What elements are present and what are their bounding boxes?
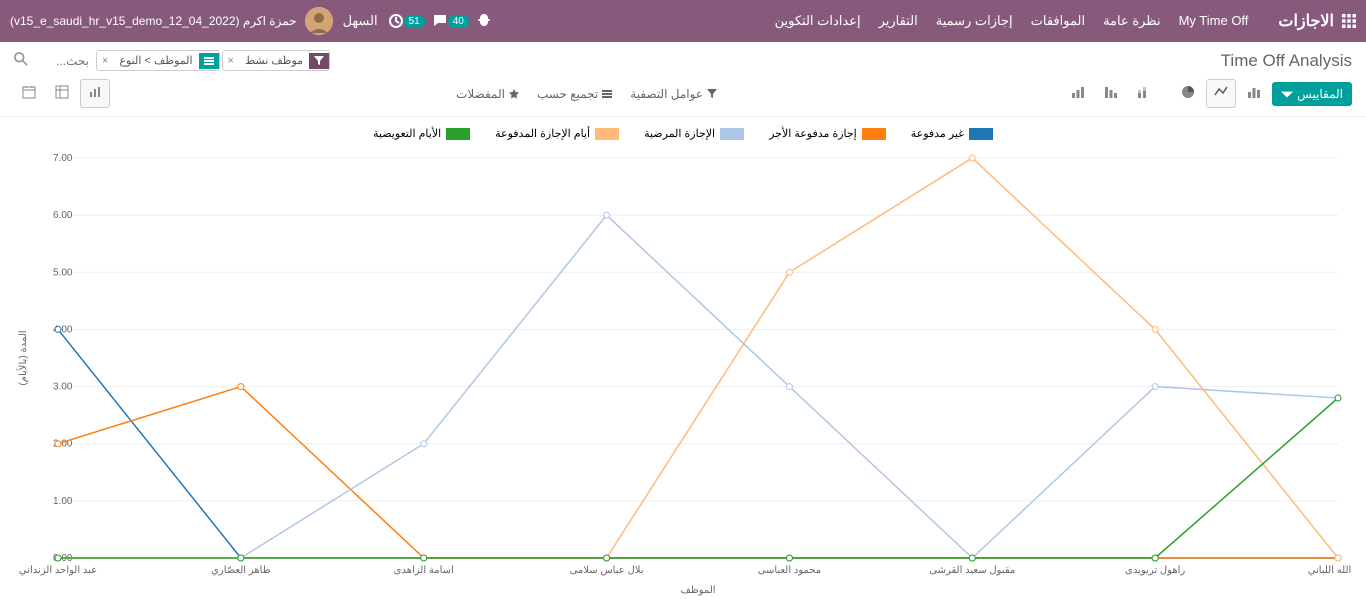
- svg-text:1.00: 1.00: [53, 496, 73, 507]
- groupby-dropdown[interactable]: تجميع حسب: [537, 87, 612, 101]
- bar-chart-button[interactable]: [1239, 79, 1269, 108]
- app-title: الاجازات: [1278, 11, 1356, 31]
- chart-container: غير مدفوعة إجازة مدفوعة الأجر الإجازة المر…: [0, 117, 1366, 616]
- control-panel: Time Off Analysis موظف نشط × الموظف > ال…: [0, 42, 1366, 117]
- svg-text:عبد الواحد الزنداني: عبد الواحد الزنداني: [19, 565, 97, 576]
- legend-swatch: [969, 128, 993, 140]
- svg-text:بلال عباس سلامى: بلال عباس سلامى: [570, 565, 644, 576]
- svg-text:طاهر العصّاري: طاهر العصّاري: [211, 565, 271, 576]
- legend-item[interactable]: الأيام التعويضية: [373, 127, 470, 140]
- facet2-remove[interactable]: ×: [97, 55, 113, 67]
- pivot-view-button[interactable]: [47, 79, 77, 108]
- list-icon: [199, 53, 219, 69]
- pie-chart-button[interactable]: [1173, 79, 1203, 108]
- svg-text:الموظف: الموظف: [680, 585, 715, 596]
- apps-icon[interactable]: [1342, 14, 1356, 28]
- svg-text:اسامة الزاهدى: اسامة الزاهدى: [394, 565, 454, 576]
- svg-text:6.00: 6.00: [53, 210, 73, 221]
- user-name: حمزة اكرم (v15_e_saudi_hr_v15_demo_12_04…: [10, 14, 297, 28]
- svg-text:مقبول سعيد القرشى: مقبول سعيد القرشى: [929, 565, 1015, 576]
- legend-swatch: [720, 128, 744, 140]
- legend-swatch: [595, 128, 619, 140]
- legend-item[interactable]: غير مدفوعة: [911, 127, 993, 140]
- line-chart-button[interactable]: [1206, 79, 1236, 108]
- activity-badge: 51: [404, 15, 425, 28]
- search-input[interactable]: [32, 51, 92, 71]
- menu-reports[interactable]: التقارير: [879, 13, 918, 29]
- funnel-icon: [309, 53, 329, 69]
- legend-item[interactable]: إجازة مدفوعة الأجر: [769, 127, 886, 140]
- line-chart: المدة (بالأيام)0.001.002.003.004.005.006…: [15, 148, 1351, 603]
- activity-icon[interactable]: 51: [388, 13, 422, 29]
- menu-config[interactable]: إعدادات التكوين: [775, 13, 861, 29]
- group-facet: الموظف > النوع ×: [96, 50, 220, 71]
- svg-text:7.00: 7.00: [53, 153, 73, 164]
- filter-facet: موظف نشط ×: [222, 50, 331, 71]
- sort-asc-button[interactable]: [1063, 79, 1093, 108]
- menu-my-time-off[interactable]: My Time Off: [1179, 13, 1249, 29]
- svg-text:محمود العباسى: محمود العباسى: [758, 565, 821, 576]
- user-menu[interactable]: حمزة اكرم (v15_e_saudi_hr_v15_demo_12_04…: [10, 7, 333, 35]
- menu-public-holidays[interactable]: إجازات رسمية: [936, 13, 1013, 29]
- debug-icon[interactable]: [476, 13, 492, 29]
- facet2-text: الموظف > النوع: [113, 51, 198, 70]
- facet1-remove[interactable]: ×: [223, 55, 239, 67]
- page-title: Time Off Analysis: [1221, 51, 1352, 71]
- sort-desc-button[interactable]: [1096, 79, 1126, 108]
- favorites-dropdown[interactable]: المفضلات: [456, 87, 519, 101]
- svg-text:راهول تريويدى: راهول تريويدى: [1125, 565, 1185, 576]
- legend-label: غير مدفوعة: [911, 127, 964, 140]
- top-navigation: الاجازات My Time Off نظرة عامة الموافقات…: [0, 0, 1366, 42]
- stacked-button[interactable]: [1129, 79, 1159, 108]
- nav-menu: My Time Off نظرة عامة الموافقات إجازات ر…: [775, 13, 1249, 29]
- graph-view-button[interactable]: [80, 79, 110, 108]
- legend-item[interactable]: أيام الإجازة المدفوعة: [495, 127, 619, 140]
- search-area: موظف نشط × الموظف > النوع ×: [14, 50, 683, 71]
- facet1-text: موظف نشط: [239, 51, 309, 70]
- svg-text:المدة (بالأيام): المدة (بالأيام): [17, 330, 29, 385]
- legend-label: الأيام التعويضية: [373, 127, 441, 140]
- search-icon[interactable]: [14, 52, 28, 69]
- chat-badge: 40: [448, 15, 469, 28]
- avatar: [305, 7, 333, 35]
- svg-text:عبد الله اللباني: عبد الله اللباني: [1308, 565, 1351, 576]
- legend-label: الإجازة المرضية: [644, 127, 715, 140]
- filters-dropdown[interactable]: عوامل التصفية: [630, 87, 717, 101]
- svg-text:5.00: 5.00: [53, 267, 73, 278]
- menu-overview[interactable]: نظرة عامة: [1103, 13, 1161, 29]
- measures-button[interactable]: المقاييس: [1272, 82, 1352, 106]
- calendar-view-button[interactable]: [14, 79, 44, 108]
- messaging-icon[interactable]: 40: [432, 13, 466, 29]
- svg-text:3.00: 3.00: [53, 382, 73, 393]
- legend-label: أيام الإجازة المدفوعة: [495, 127, 590, 140]
- menu-approvals[interactable]: الموافقات: [1031, 13, 1085, 29]
- app-title-text: الاجازات: [1278, 11, 1334, 31]
- company-name[interactable]: السهل: [343, 13, 378, 29]
- chart-legend: غير مدفوعة إجازة مدفوعة الأجر الإجازة المر…: [15, 127, 1351, 140]
- legend-item[interactable]: الإجازة المرضية: [644, 127, 744, 140]
- search-options: عوامل التصفية تجميع حسب المفضلات: [456, 87, 717, 101]
- legend-label: إجازة مدفوعة الأجر: [769, 127, 857, 140]
- legend-swatch: [862, 128, 886, 140]
- legend-swatch: [446, 128, 470, 140]
